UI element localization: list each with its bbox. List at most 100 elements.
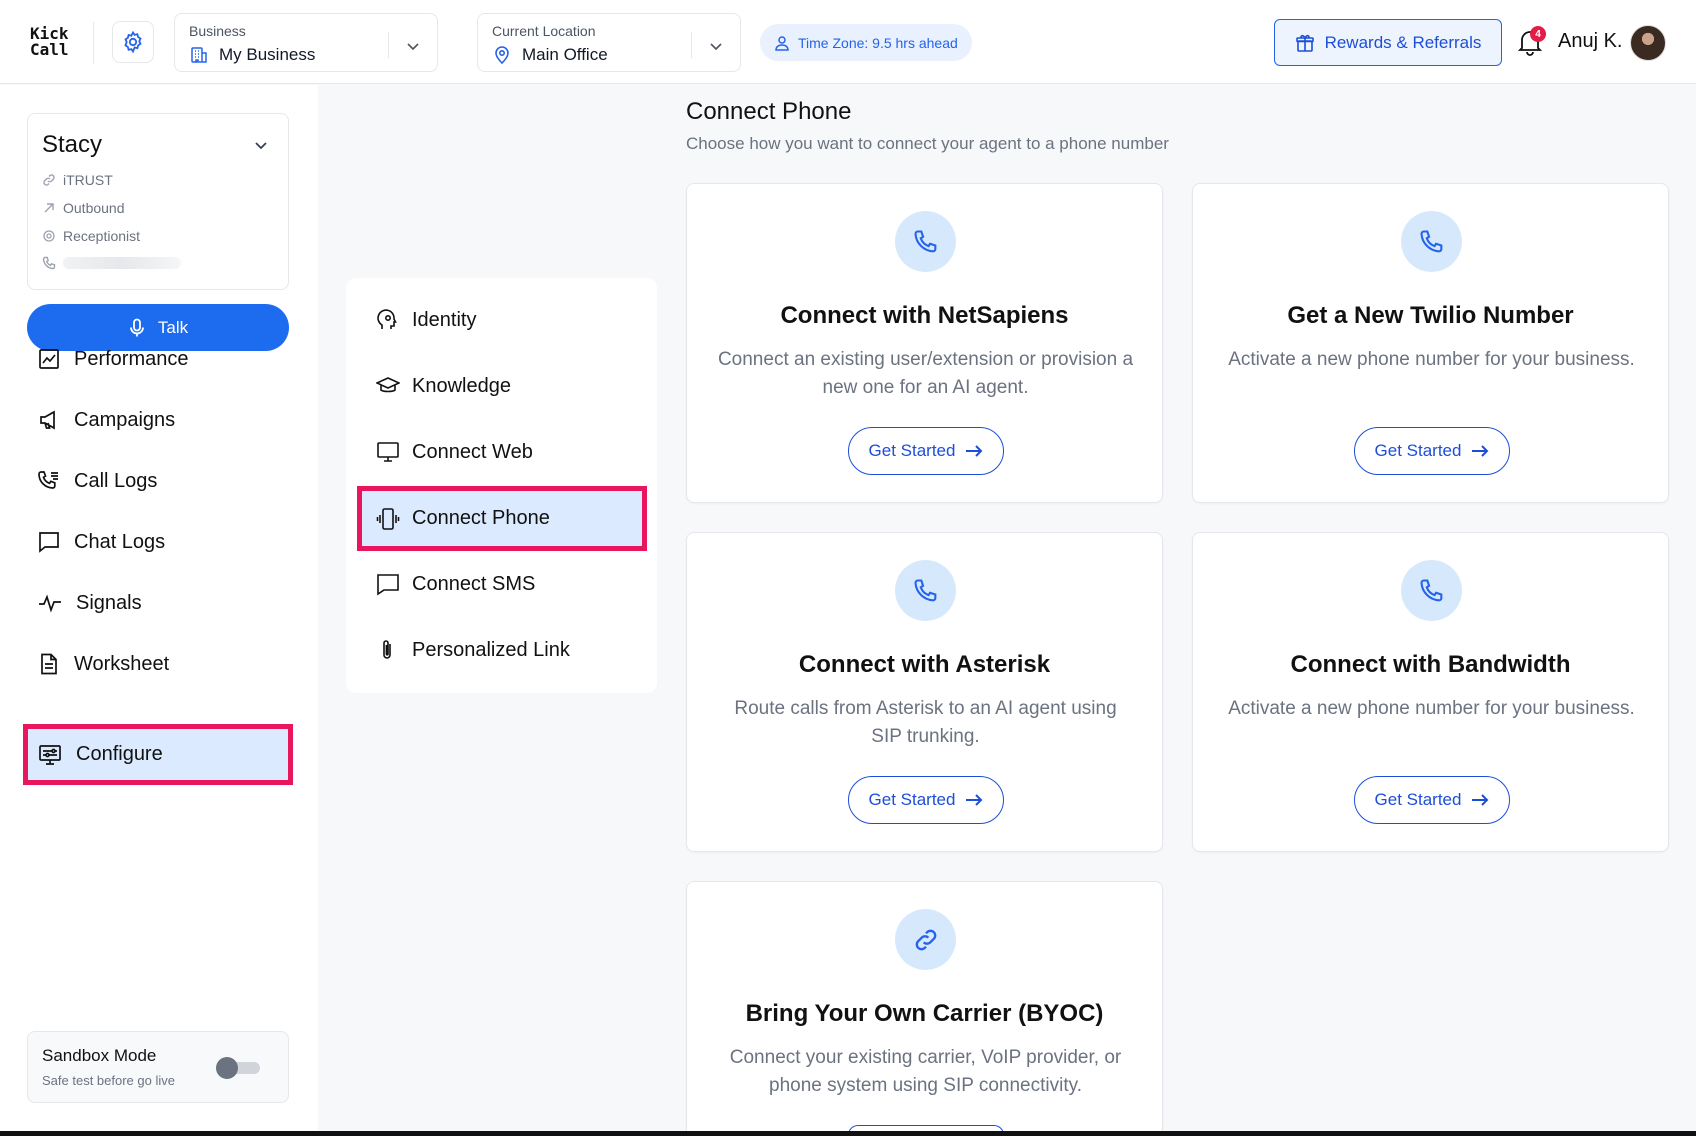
phone-icon-circle <box>1401 560 1462 621</box>
get-started-button[interactable]: Get Started <box>848 427 1004 475</box>
agent-meta-role: Receptionist <box>42 228 140 244</box>
logo[interactable]: Kick Call <box>30 26 69 58</box>
sidebar-item-campaigns[interactable]: Campaigns <box>24 394 292 446</box>
head-gear-icon <box>377 309 397 329</box>
chevron-down-icon <box>407 43 419 51</box>
sidebar: Stacy iTRUST Outbound Receptionist Talk … <box>0 85 318 1131</box>
subnav-item-knowledge[interactable]: Knowledge <box>360 358 643 414</box>
divider <box>93 22 94 64</box>
link-icon <box>915 929 936 950</box>
gift-icon <box>1295 34 1314 52</box>
agent-meta-label: Receptionist <box>63 228 141 244</box>
sidebar-item-configure[interactable]: Configure <box>23 724 293 785</box>
card-description: Route calls from Asterisk to an AI agent… <box>734 698 1117 747</box>
bandwidth-card: Connect with Bandwidth Activate a new ph… <box>1192 532 1669 852</box>
get-started-button[interactable]: Get Started <box>848 776 1004 824</box>
notification-badge: 4 <box>1530 26 1546 42</box>
subnav-item-label: Connect Web <box>412 440 533 463</box>
subnav-item-connect-phone[interactable]: Connect Phone <box>357 486 647 551</box>
toggle-knob <box>216 1057 238 1079</box>
user-name[interactable]: Anuj K. <box>1558 30 1622 53</box>
sidebar-item-signals[interactable]: Signals <box>24 577 292 629</box>
subnav-item-personalized-link[interactable]: Personalized Link <box>360 622 643 678</box>
arrow-right-icon <box>966 445 983 457</box>
subnav-item-label: Knowledge <box>412 374 511 397</box>
subnav-item-label: Identity <box>412 308 477 331</box>
phone-list-icon <box>38 471 58 489</box>
configure-icon <box>39 744 61 765</box>
card-title: Connect with Bandwidth <box>1290 651 1571 678</box>
top-bar: Kick Call Business My Business Current L… <box>0 0 1696 84</box>
agent-meta-trust: iTRUST <box>42 172 113 188</box>
arrow-right-icon <box>1472 794 1489 806</box>
agent-meta-phone <box>42 256 181 270</box>
card-title: Connect with Asterisk <box>798 651 1051 678</box>
sidebar-item-label: Call Logs <box>74 469 158 492</box>
card-title: Connect with NetSapiens <box>780 302 1069 329</box>
settings-button[interactable] <box>112 21 154 63</box>
asterisk-card: Connect with Asterisk Route calls from A… <box>686 532 1163 852</box>
business-select-label: Business <box>189 23 246 39</box>
subnav-item-label: Connect SMS <box>412 572 536 595</box>
graduation-cap-icon <box>376 377 400 393</box>
agent-meta-direction: Outbound <box>42 200 125 216</box>
business-select[interactable]: Business My Business <box>174 13 438 72</box>
business-select-value: My Business <box>219 45 316 64</box>
timezone-text: Time Zone: 9.5 hrs ahead <box>798 34 958 51</box>
subnav-item-identity[interactable]: Identity <box>360 292 643 348</box>
sandbox-mode-panel: Sandbox Mode Safe test before go live <box>27 1031 289 1103</box>
get-started-button[interactable]: Get Started <box>1354 427 1510 475</box>
user-icon <box>775 35 789 51</box>
phone-icon-circle <box>1401 211 1462 272</box>
arrow-up-right-icon <box>44 203 54 213</box>
sidebar-item-chat-logs[interactable]: Chat Logs <box>24 516 292 568</box>
agent-meta-label: iTRUST <box>63 172 113 188</box>
chevron-down-icon <box>710 43 722 51</box>
card-title: Bring Your Own Carrier (BYOC) <box>745 1000 1104 1027</box>
gear-icon <box>43 230 55 242</box>
byoc-card: Bring Your Own Carrier (BYOC) Connect yo… <box>686 881 1163 1136</box>
gear-icon <box>124 30 142 54</box>
timezone-badge: Time Zone: 9.5 hrs ahead <box>760 24 972 61</box>
subnav-item-label: Connect Phone <box>412 507 550 529</box>
map-pin-icon <box>495 46 509 65</box>
subnav-item-connect-sms[interactable]: Connect SMS <box>360 556 643 612</box>
sidebar-item-worksheet[interactable]: Worksheet <box>24 638 292 690</box>
logo-line-2: Call <box>30 40 69 59</box>
vibrating-phone-icon <box>376 507 400 530</box>
chat-icon <box>39 532 59 553</box>
subnav-item-label: Personalized Link <box>412 638 570 661</box>
button-label: Get Started <box>1374 790 1462 809</box>
chart-icon <box>39 349 59 369</box>
sidebar-item-label: Performance <box>74 347 189 370</box>
page-subtitle: Choose how you want to connect your agen… <box>686 134 1169 153</box>
sandbox-toggle[interactable] <box>216 1056 262 1079</box>
chevron-down-icon[interactable] <box>252 136 270 154</box>
select-divider <box>388 32 389 58</box>
location-select[interactable]: Current Location Main Office <box>477 13 741 72</box>
get-started-button[interactable]: Get Started <box>1354 776 1510 824</box>
agent-card[interactable]: Stacy iTRUST Outbound Receptionist <box>27 113 289 290</box>
phone-icon-circle <box>895 211 956 272</box>
twilio-card: Get a New Twilio Number Activate a new p… <box>1192 183 1669 503</box>
phone-icon <box>1419 229 1442 252</box>
sidebar-item-call-logs[interactable]: Call Logs <box>24 455 292 507</box>
sidebar-item-performance[interactable]: Performance <box>24 333 292 385</box>
button-label: Get Started <box>868 441 956 460</box>
monitor-icon <box>377 442 399 462</box>
rewards-label: Rewards & Referrals <box>1324 32 1482 52</box>
building-icon <box>191 47 207 63</box>
phone-icon <box>913 578 936 601</box>
redacted-phone <box>63 257 181 269</box>
arrow-right-icon <box>966 794 983 806</box>
agent-name: Stacy <box>42 131 103 158</box>
message-icon <box>377 574 399 596</box>
avatar[interactable] <box>1630 25 1666 61</box>
subnav-item-connect-web[interactable]: Connect Web <box>360 424 643 480</box>
bottom-edge <box>0 1131 1696 1136</box>
arrow-right-icon <box>1472 445 1489 457</box>
location-select-value: Main Office <box>522 45 608 64</box>
rewards-referrals-button[interactable]: Rewards & Referrals <box>1274 19 1502 66</box>
card-description: Connect an existing user/extension or pr… <box>717 349 1134 398</box>
sidebar-item-label: Configure <box>76 743 163 765</box>
